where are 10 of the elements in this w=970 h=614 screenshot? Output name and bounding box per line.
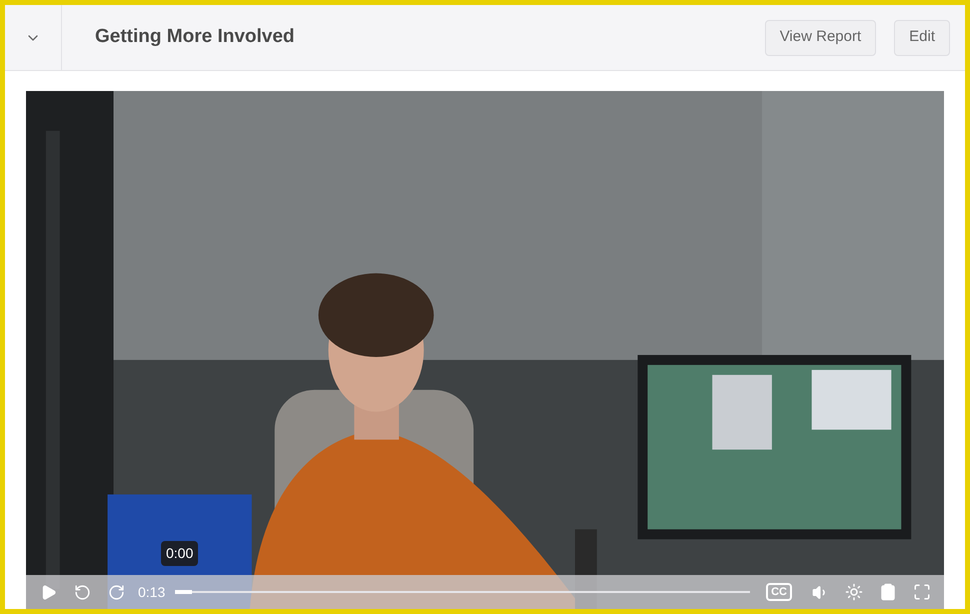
fullscreen-icon [913, 583, 931, 601]
rewind-icon [74, 584, 90, 600]
time-tooltip: 0:00 [161, 541, 198, 566]
edit-button[interactable]: Edit [894, 20, 950, 56]
section-title: Getting More Involved [95, 25, 295, 50]
settings-icon [845, 583, 863, 601]
view-report-button[interactable]: View Report [764, 20, 876, 56]
current-time: 0:13 [138, 582, 166, 602]
clipboard-icon [879, 583, 897, 601]
forward-icon [108, 584, 124, 600]
